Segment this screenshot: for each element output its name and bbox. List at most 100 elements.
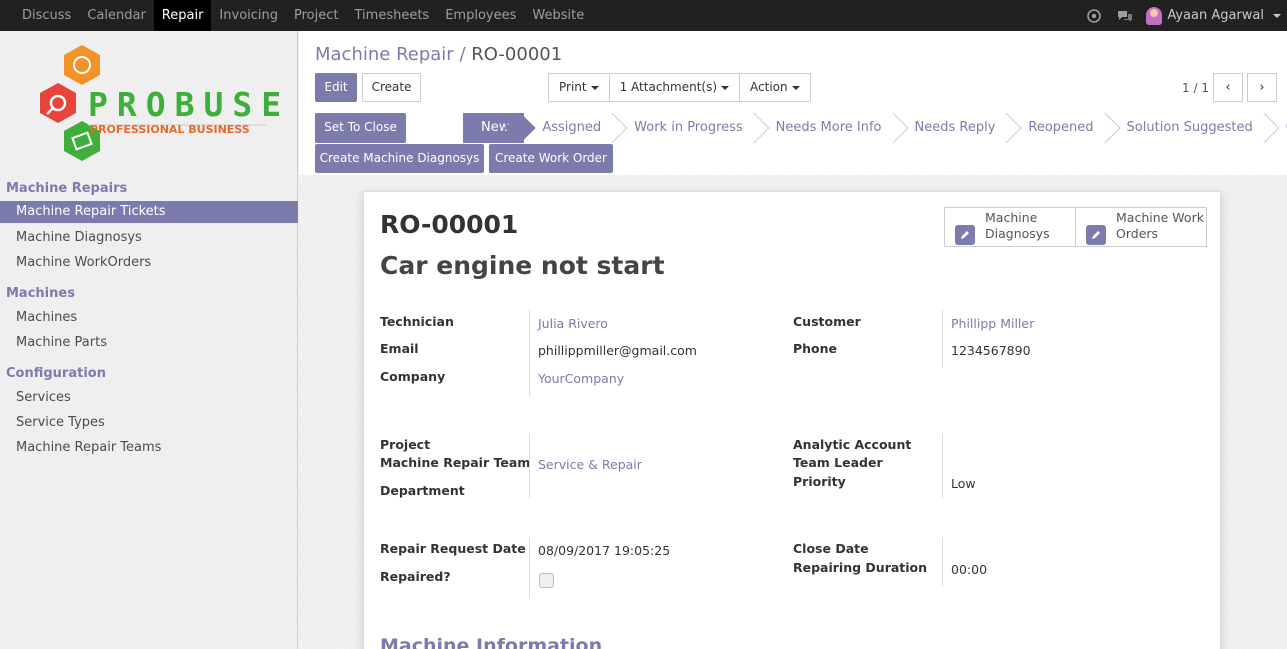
print-dropdown[interactable]: Print	[549, 74, 610, 101]
team-leader-label: Team Leader	[793, 455, 883, 470]
stage-work-in-progress[interactable]: Work in Progress	[616, 113, 758, 143]
smart-button-line2: Diagnosys	[985, 226, 1050, 241]
sidebar-actions: Print 1 Attachment(s) Action	[548, 73, 811, 102]
repairing-duration-label: Repairing Duration	[793, 560, 928, 575]
attachments-dropdown[interactable]: 1 Attachment(s)	[610, 74, 741, 101]
breadcrumb-parent[interactable]: Machine Repair	[315, 44, 454, 65]
chevron-down-icon	[590, 85, 599, 90]
divider	[942, 310, 943, 368]
nav-website[interactable]: Website	[524, 0, 592, 31]
machine-work-orders-smart-button[interactable]: Machine Work Orders	[1075, 207, 1207, 247]
sidebar-item-machines[interactable]: Machines	[0, 307, 298, 329]
sidebar-item-machine-repair-tickets[interactable]: Machine Repair Tickets	[0, 201, 298, 223]
email-value: phillippmiller@gmail.com	[538, 343, 697, 358]
action-label: Action	[750, 80, 788, 94]
pager: 1 / 1 ‹ ›	[1182, 73, 1277, 102]
smart-button-line1: Machine	[985, 210, 1038, 225]
chevron-down-icon	[1273, 13, 1281, 18]
smart-button-line2: Orders	[1116, 226, 1159, 241]
customer-value[interactable]: Phillipp Miller	[951, 316, 1034, 331]
action-dropdown[interactable]: Action	[740, 74, 810, 101]
activity-icon[interactable]	[1086, 8, 1102, 24]
sidebar-item-services[interactable]: Services	[0, 387, 298, 409]
form-sheet: Machine Diagnosys Machine Work Orders RO…	[363, 191, 1221, 649]
sidebar-heading-machine-repairs: Machine Repairs	[6, 181, 128, 196]
edit-button[interactable]: Edit	[315, 73, 357, 102]
customer-label: Customer	[793, 314, 861, 329]
create-machine-diagnosys-button[interactable]: Create Machine Diagnosys	[315, 144, 484, 173]
nav-employees[interactable]: Employees	[437, 0, 524, 31]
pager-next-button[interactable]: ›	[1247, 73, 1277, 102]
statusbar: New Assigned Work in Progress Needs More…	[463, 113, 1287, 143]
record-reference: RO-00001	[380, 210, 519, 239]
sidebar-item-machine-workorders[interactable]: Machine WorkOrders	[0, 252, 298, 274]
attachments-label: 1 Attachment(s)	[619, 80, 718, 94]
breadcrumb-separator: /	[459, 44, 466, 65]
repaired-label: Repaired?	[380, 569, 451, 584]
pager-value[interactable]: 1 / 1	[1182, 81, 1209, 95]
priority-value: Low	[951, 476, 976, 491]
machine-repair-team-value[interactable]: Service & Repair	[538, 457, 642, 472]
sidebar-item-machine-repair-teams[interactable]: Machine Repair Teams	[0, 437, 298, 459]
pager-previous-button[interactable]: ‹	[1213, 73, 1243, 102]
phone-label: Phone	[793, 341, 838, 356]
chevron-down-icon	[721, 85, 730, 90]
chevron-left-icon: ‹	[1225, 80, 1231, 95]
sidebar-item-service-types[interactable]: Service Types	[0, 412, 298, 434]
pencil-icon	[955, 225, 975, 245]
print-label: Print	[559, 80, 587, 94]
divider	[942, 434, 943, 498]
breadcrumb-current: RO-00001	[471, 44, 563, 65]
nav-repair[interactable]: Repair	[153, 0, 212, 31]
sidebar-heading-machines: Machines	[6, 286, 75, 301]
nav-invoicing[interactable]: Invoicing	[211, 0, 286, 31]
create-button[interactable]: Create	[362, 73, 421, 102]
set-to-close-button[interactable]: Set To Close	[315, 113, 406, 143]
repair-request-date-value: 08/09/2017 19:05:25	[538, 543, 671, 558]
department-label: Department	[380, 483, 465, 498]
breadcrumb: Machine Repair / RO-00001	[315, 44, 562, 65]
chevron-down-icon	[791, 85, 800, 90]
nav-timesheets[interactable]: Timesheets	[347, 0, 438, 31]
record-title: Car engine not start	[380, 251, 665, 280]
sidebar-item-machine-diagnosys[interactable]: Machine Diagnosys	[0, 227, 298, 249]
logo-name: PROBUSE	[88, 85, 291, 124]
stage-assigned[interactable]: Assigned	[524, 113, 617, 143]
sidebar-item-machine-parts[interactable]: Machine Parts	[0, 332, 298, 354]
sidebar: PROBUSE PROFESSIONAL BUSINESS Machine Re…	[0, 31, 298, 649]
machine-information-heading: Machine Information	[380, 635, 603, 649]
repaired-checkbox[interactable]	[539, 573, 554, 588]
form-header: Set To Close Create Machine Diagnosys Cr…	[299, 112, 1287, 175]
sidebar-heading-configuration: Configuration	[6, 366, 106, 381]
create-work-order-button[interactable]: Create Work Order	[489, 144, 613, 173]
nav-discuss[interactable]: Discuss	[0, 0, 79, 31]
company-label: Company	[380, 369, 446, 384]
top-navbar: Discuss Calendar Repair Invoicing Projec…	[0, 0, 1287, 31]
user-menu[interactable]: Ayaan Agarwal	[1146, 6, 1281, 25]
smart-button-label: Machine Work Orders	[1116, 210, 1204, 242]
stage-needs-reply[interactable]: Needs Reply	[896, 113, 1011, 143]
nav-calendar[interactable]: Calendar	[79, 0, 153, 31]
analytic-account-label: Analytic Account	[793, 437, 912, 452]
stage-new[interactable]: New	[463, 113, 525, 143]
chat-icon[interactable]	[1116, 8, 1133, 24]
project-label: Project	[380, 437, 431, 452]
company-value[interactable]: YourCompany	[538, 371, 624, 386]
divider	[529, 434, 530, 498]
stage-reopened[interactable]: Reopened	[1010, 113, 1109, 143]
technician-value[interactable]: Julia Rivero	[538, 316, 608, 331]
close-date-label: Close Date	[793, 541, 869, 556]
systray: Ayaan Agarwal	[1086, 6, 1287, 25]
smart-button-line1: Machine Work	[1116, 210, 1204, 225]
divider	[529, 310, 530, 396]
stage-needs-more-info[interactable]: Needs More Info	[757, 113, 897, 143]
stage-solution-suggested[interactable]: Solution Suggested	[1108, 113, 1268, 143]
repair-request-date-label: Repair Request Date	[380, 541, 526, 556]
pencil-icon	[1086, 225, 1106, 245]
machine-diagnosys-smart-button[interactable]: Machine Diagnosys	[944, 207, 1076, 247]
email-label: Email	[380, 341, 419, 356]
repairing-duration-value: 00:00	[951, 562, 988, 577]
phone-value: 1234567890	[951, 343, 1031, 358]
machine-repair-team-label: Machine Repair Team	[380, 455, 531, 470]
nav-project[interactable]: Project	[286, 0, 346, 31]
